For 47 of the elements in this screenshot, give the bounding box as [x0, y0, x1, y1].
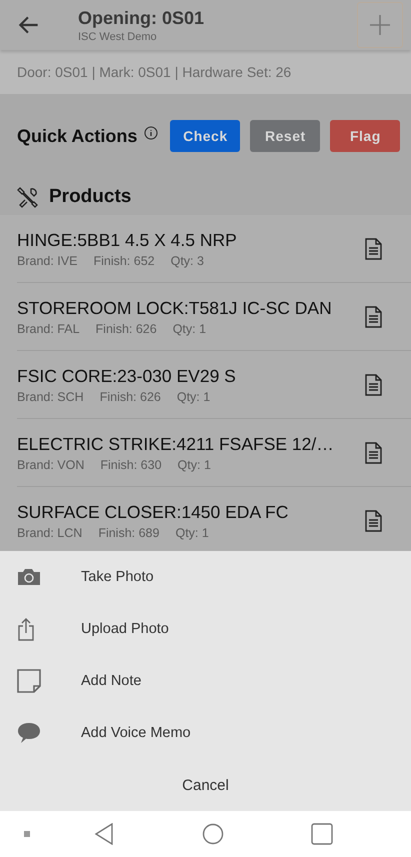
product-quantity: Qty: 1 — [172, 322, 206, 336]
camera-icon — [17, 568, 41, 586]
section-title: Quick Actions — [17, 126, 138, 146]
sheet-option[interactable]: Add Voice Memo — [0, 707, 411, 759]
product-quantity: Qty: 3 — [170, 254, 204, 268]
product-finish: Finish: 652 — [93, 254, 155, 268]
back-nav-icon[interactable] — [94, 823, 114, 845]
info-icon[interactable] — [144, 126, 158, 140]
sheet-option[interactable]: Upload Photo — [0, 603, 411, 655]
product-brand: Brand: FAL — [17, 322, 80, 336]
action-button[interactable]: Check — [170, 120, 240, 152]
product-quantity: Qty: 1 — [176, 390, 210, 404]
product-finish: Finish: 626 — [96, 322, 157, 336]
product-name: FSIC CORE:23-030 EV29 S — [17, 366, 237, 386]
product-name: SURFACE CLOSER:1450 EDA FC — [17, 502, 290, 523]
product-name: ELECTRIC STRIKE:4211 FSAFSE 12/… — [17, 434, 335, 454]
share-icon — [17, 617, 35, 641]
document-icon[interactable] — [363, 510, 383, 532]
plus-icon — [369, 14, 391, 36]
product-name: HINGE:5BB1 4.5 X 4.5 NRP — [17, 230, 238, 250]
page-title: Opening: 0S01 — [78, 8, 206, 28]
sheet-option[interactable]: Add Note — [0, 655, 411, 707]
cancel-button[interactable]: Cancel — [0, 759, 411, 811]
home-nav-icon[interactable] — [202, 823, 224, 845]
document-icon[interactable] — [363, 238, 383, 260]
document-icon[interactable] — [363, 442, 383, 464]
product-name: STOREROOM LOCK:T581J IC-SC DAN — [17, 298, 333, 318]
opening-details: Door: 0S01 | Mark: 0S01 | Hardware Set: 26 — [0, 50, 411, 94]
product-finish: Finish: 689 — [98, 526, 160, 540]
note-icon — [17, 669, 41, 693]
document-icon[interactable] — [363, 306, 383, 328]
tools-icon — [17, 186, 39, 208]
speech-bubble-icon — [17, 722, 41, 744]
page-subtitle: ISC West Demo — [78, 30, 158, 42]
product-brand: Brand: IVE — [17, 254, 78, 268]
document-icon[interactable] — [363, 374, 383, 396]
recents-nav-icon[interactable] — [311, 823, 333, 845]
product-brand: Brand: LCN — [17, 526, 82, 540]
product-quantity: Qty: 1 — [178, 458, 211, 472]
product-finish: Finish: 626 — [100, 390, 161, 404]
sheet-option[interactable]: Take Photo — [0, 551, 411, 603]
action-button[interactable]: Flag — [330, 120, 400, 152]
product-brand: Brand: VON — [17, 458, 84, 472]
product-brand: Brand: SCH — [17, 390, 84, 404]
product-finish: Finish: 630 — [100, 458, 162, 472]
product-quantity: Qty: 1 — [175, 526, 209, 540]
section-title: Products — [49, 186, 132, 208]
